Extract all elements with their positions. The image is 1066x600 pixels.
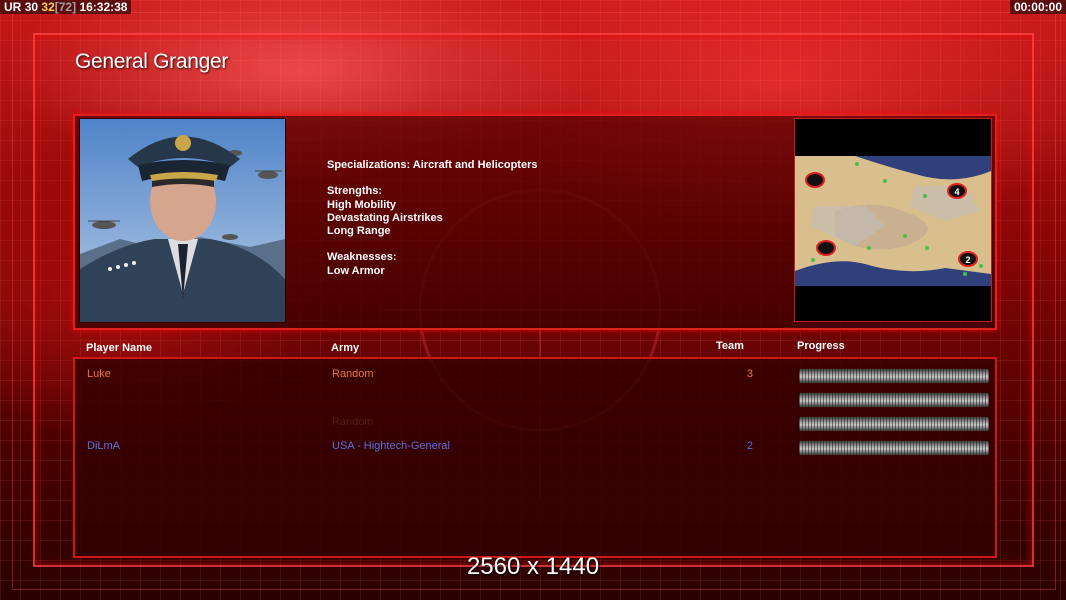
minimap-panel: 4 2 — [794, 118, 992, 322]
game-timer: 00:00:00 — [1009, 0, 1066, 14]
player-name: DiLmA — [87, 440, 121, 452]
player-name: Luke — [87, 368, 111, 380]
column-header-army: Army — [331, 342, 360, 354]
weakness-item: Low Armor — [327, 264, 385, 277]
hud-prefix: UR — [4, 0, 22, 14]
resolution-overlay: 2560 x 1440 — [466, 553, 600, 580]
marker-label: 4 — [954, 187, 959, 197]
player-army: Random — [332, 416, 374, 428]
start-position-marker[interactable]: 4 — [947, 183, 967, 199]
hud-fps: 30 — [24, 0, 39, 14]
fps-counter: UR 30 32[72] 16:32:38 — [0, 0, 132, 14]
player-army: USA - Hightech-General — [332, 440, 450, 452]
weaknesses-label: Weaknesses: — [327, 251, 397, 264]
general-description: Specializations: Aircraft and Helicopter… — [327, 159, 747, 278]
player-team: 2 — [746, 440, 753, 452]
start-position-marker[interactable] — [805, 172, 825, 188]
column-header-team: Team — [716, 340, 744, 352]
general-title: General Granger — [75, 50, 229, 73]
specializations-text: Specializations: Aircraft and Helicopter… — [327, 159, 538, 171]
table-row: Luke Random 3 — [75, 363, 995, 387]
table-row: DiLmA USA - Hightech-General 2 — [75, 435, 995, 459]
strength-item: Long Range — [327, 225, 391, 238]
hud-fps-target: 32 — [41, 0, 55, 14]
progress-bar — [799, 393, 989, 407]
progress-bar — [799, 417, 989, 431]
column-header-progress: Progress — [797, 340, 845, 352]
table-row — [75, 387, 995, 411]
strength-item: High Mobility — [327, 198, 397, 211]
hud-clock: 16:32:38 — [79, 0, 128, 14]
table-row: Random — [75, 411, 995, 435]
hud-fps-bracket: [72] — [54, 0, 77, 14]
column-header-player: Player Name — [86, 342, 153, 354]
marker-label: 2 — [965, 255, 970, 265]
strength-item: Devastating Airstrikes — [327, 211, 443, 224]
player-army: Random — [332, 368, 374, 380]
start-position-marker[interactable] — [816, 240, 836, 256]
minimap: 4 2 — [795, 156, 991, 286]
progress-bar — [799, 369, 989, 383]
progress-bar — [799, 441, 989, 455]
strengths-label: Strengths: — [327, 185, 382, 198]
players-table: Luke Random 3 Random DiLmA USA - Hightec… — [73, 357, 997, 558]
start-position-marker[interactable]: 2 — [958, 251, 978, 267]
player-team: 3 — [746, 368, 753, 380]
general-portrait — [79, 118, 286, 323]
